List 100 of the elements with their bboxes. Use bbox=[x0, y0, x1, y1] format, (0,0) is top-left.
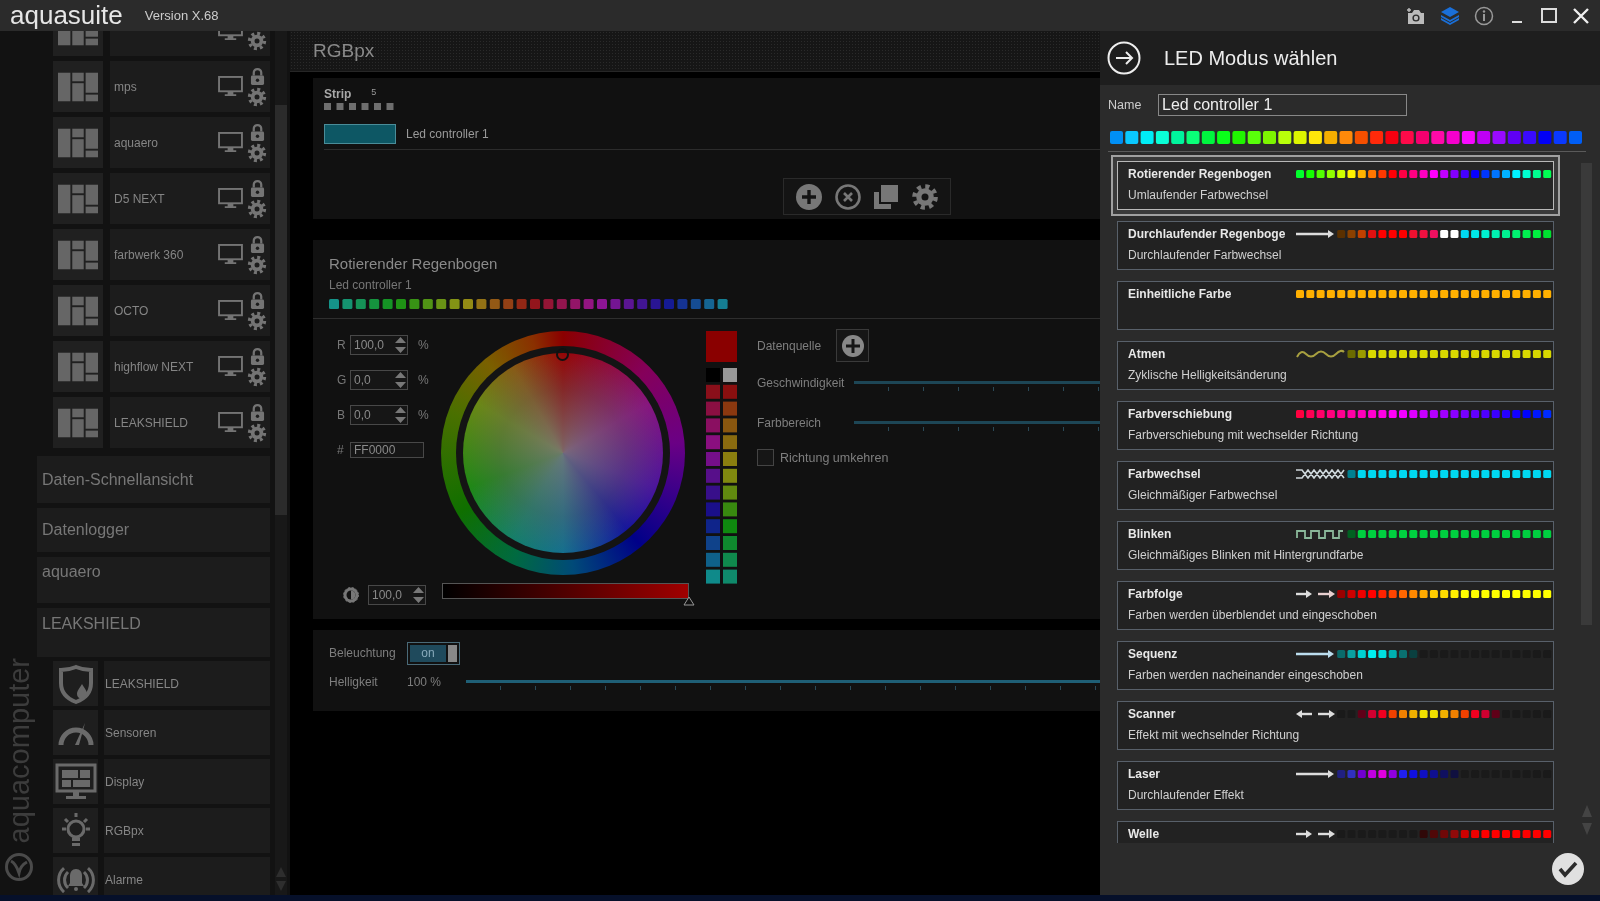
device-tile[interactable] bbox=[53, 229, 103, 280]
setting-label: Helligkeit bbox=[329, 675, 379, 689]
camera-icon[interactable] bbox=[1406, 6, 1426, 25]
nav-section[interactable]: LEAKSHIELD bbox=[37, 608, 270, 657]
color-swatch-grid[interactable] bbox=[706, 368, 737, 584]
brightness-icon bbox=[343, 586, 359, 603]
nav-item[interactable]: Display bbox=[104, 759, 270, 804]
page-icon-tile[interactable] bbox=[53, 857, 98, 895]
lock-icon bbox=[249, 178, 265, 198]
mode-card[interactable]: Welle bbox=[1117, 821, 1554, 843]
number-field[interactable]: 100,0 bbox=[350, 335, 408, 355]
monitor-icon[interactable] bbox=[218, 300, 243, 321]
nav-section[interactable]: Daten-Schnellansicht bbox=[37, 456, 270, 503]
page-icon-tile[interactable] bbox=[53, 759, 98, 804]
remove-icon[interactable] bbox=[833, 182, 862, 211]
device-tile[interactable] bbox=[53, 285, 103, 336]
layout-icon bbox=[58, 127, 98, 158]
nav-item[interactable]: Alarme bbox=[104, 857, 270, 895]
number-field[interactable]: 100,0 bbox=[368, 584, 426, 605]
gear-icon[interactable] bbox=[247, 142, 267, 163]
slider-label: Geschwindigkeit bbox=[757, 376, 846, 390]
section-label: Datenlogger bbox=[42, 521, 130, 539]
panel-title: LED Modus wählen bbox=[1164, 46, 1338, 70]
selector-handle[interactable] bbox=[556, 348, 569, 361]
page-icon-tile[interactable] bbox=[53, 661, 98, 706]
device-tile[interactable] bbox=[53, 173, 103, 224]
page-icon-tile[interactable] bbox=[53, 808, 98, 853]
checkbox[interactable] bbox=[757, 449, 774, 466]
nav-section[interactable]: aquaero bbox=[37, 557, 270, 603]
toggle-switch[interactable]: on bbox=[407, 641, 460, 665]
spinner-icon[interactable] bbox=[394, 406, 407, 424]
nav-section[interactable]: Datenlogger bbox=[37, 508, 270, 552]
mode-card[interactable]: Atmen Zyklische Helligkeitsänderung bbox=[1117, 341, 1554, 390]
monitor-icon[interactable] bbox=[218, 188, 243, 209]
mode-card[interactable]: Farbverschiebung Farbverschiebung mit wechselder Richtung bbox=[1117, 401, 1554, 450]
confirm-button[interactable] bbox=[1551, 852, 1585, 886]
gear-icon[interactable] bbox=[247, 86, 267, 107]
lock-icon bbox=[249, 346, 265, 366]
device-tile[interactable] bbox=[53, 61, 103, 112]
mode-title: Atmen bbox=[1128, 347, 1167, 361]
monitor-icon[interactable] bbox=[218, 244, 243, 265]
monitor-icon[interactable] bbox=[218, 412, 243, 433]
device-item[interactable]: OCTO bbox=[110, 285, 270, 336]
gear-icon[interactable] bbox=[247, 422, 267, 443]
mode-card[interactable]: Durchlaufender Regenboge Durchlaufender Farbwechsel bbox=[1117, 221, 1554, 270]
mode-card[interactable]: Scanner Effekt mit wechselnder Richtung bbox=[1117, 701, 1554, 750]
gear-icon[interactable] bbox=[247, 31, 267, 51]
info-icon[interactable] bbox=[1474, 5, 1494, 26]
maximize-icon[interactable] bbox=[1540, 6, 1558, 25]
device-item[interactable]: highflow NEXT bbox=[110, 341, 270, 392]
device-item[interactable]: farbwerk 360 bbox=[110, 229, 270, 280]
mode-title: Laser bbox=[1128, 767, 1162, 781]
number-field[interactable]: 0,0 bbox=[350, 370, 408, 390]
mode-card[interactable]: Farbfolge Farben werden überblendet und eingeschoben bbox=[1117, 581, 1554, 630]
nav-item[interactable]: Sensoren bbox=[104, 710, 270, 755]
device-tile[interactable] bbox=[53, 117, 103, 168]
close-icon[interactable] bbox=[1572, 6, 1590, 25]
gear-icon[interactable] bbox=[247, 254, 267, 275]
gear-icon[interactable] bbox=[910, 182, 939, 211]
mode-title: Einheitliche Farbe bbox=[1128, 287, 1233, 301]
monitor-icon[interactable] bbox=[218, 132, 243, 153]
mode-card[interactable]: Blinken Gleichmäßiges Blinken mit Hintergrundfarbe bbox=[1117, 521, 1554, 570]
mode-title: Rotierender Regenbogen bbox=[1128, 167, 1273, 181]
device-tile[interactable] bbox=[53, 341, 103, 392]
mode-description: Farbverschiebung mit wechselder Richtung bbox=[1128, 427, 1360, 444]
mode-card[interactable]: Einheitliche Farbe bbox=[1117, 281, 1554, 330]
spinner-icon[interactable] bbox=[412, 585, 425, 604]
add-button[interactable] bbox=[836, 329, 870, 362]
color-swatch[interactable] bbox=[324, 124, 396, 144]
mode-card[interactable]: Farbwechsel Gleichmäßiger Farbwechsel bbox=[1117, 461, 1554, 510]
nav-item[interactable]: RGBpx bbox=[104, 808, 270, 853]
copy-icon[interactable] bbox=[872, 182, 901, 211]
mode-card[interactable]: Laser Durchlaufender Effekt bbox=[1117, 761, 1554, 810]
brightness-bar[interactable] bbox=[442, 583, 689, 599]
nav-item[interactable]: LEAKSHIELD bbox=[104, 661, 270, 706]
page-icon-tile[interactable] bbox=[53, 710, 98, 755]
gear-icon[interactable] bbox=[247, 366, 267, 387]
slider-thumb[interactable] bbox=[683, 596, 695, 606]
gear-icon[interactable] bbox=[247, 310, 267, 331]
gear-icon[interactable] bbox=[247, 198, 267, 219]
hex-field[interactable]: FF0000 bbox=[350, 441, 424, 458]
spinner-icon[interactable] bbox=[394, 336, 407, 354]
add-icon[interactable] bbox=[795, 182, 824, 211]
device-item[interactable]: D5 NEXT bbox=[110, 173, 270, 224]
device-tile[interactable] bbox=[53, 397, 103, 448]
monitor-icon[interactable] bbox=[218, 356, 243, 377]
device-item[interactable]: mps bbox=[110, 61, 270, 112]
device-item[interactable]: aquaero bbox=[110, 117, 270, 168]
mode-description: Gleichmäßiger Farbwechsel bbox=[1128, 487, 1279, 504]
name-field[interactable]: Led controller 1 bbox=[1158, 94, 1407, 116]
mode-card[interactable]: Sequenz Farben werden nacheinander eingeschoben bbox=[1117, 641, 1554, 690]
color-palette-drawing[interactable] bbox=[1110, 131, 1584, 144]
mode-description: Zyklische Helligkeitsänderung bbox=[1128, 367, 1288, 384]
color-wheel[interactable] bbox=[463, 353, 663, 553]
layers-icon[interactable] bbox=[1440, 5, 1460, 26]
number-field[interactable]: 0,0 bbox=[350, 405, 408, 425]
layout-icon bbox=[58, 239, 98, 270]
spinner-icon[interactable] bbox=[394, 371, 407, 389]
device-item[interactable]: LEAKSHIELD bbox=[110, 397, 270, 448]
monitor-icon[interactable] bbox=[218, 76, 243, 97]
